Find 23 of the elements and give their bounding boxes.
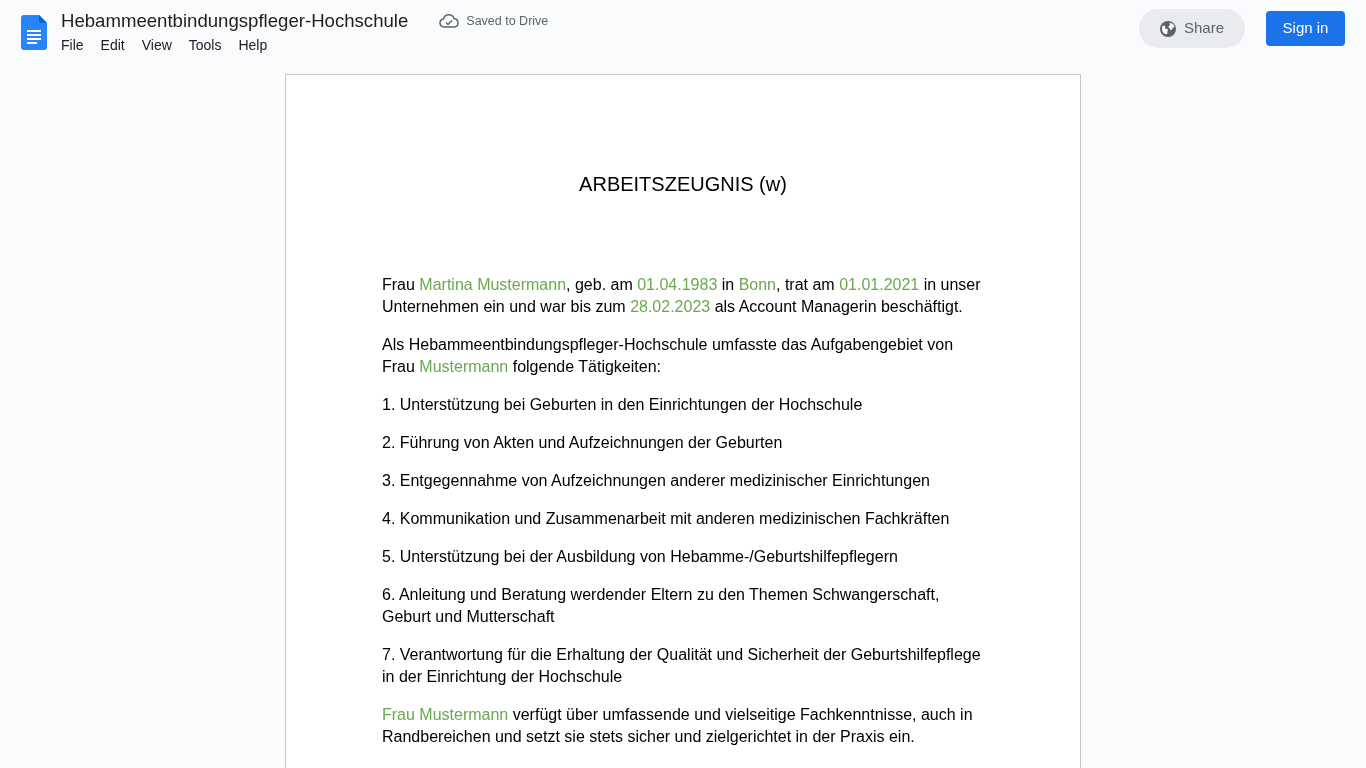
share-button[interactable]: Share (1139, 9, 1245, 48)
menu-item[interactable]: Edit (100, 34, 125, 56)
document-heading: ARBEITSZEUGNIS (w) (578, 172, 788, 197)
paragraph: 6. Anleitung und Beratung werdender Eltern zu den Themen Schwangerschaft, Geburt und Mutterschaft (382, 585, 941, 627)
menu-item[interactable]: Help (238, 34, 268, 56)
paragraph: 5. Unterstützung bei der Ausbildung von Hebamme-/Geburtshilfepflegern (382, 547, 899, 567)
paragraph: Frau Mustermann verfügt über umfassende und vielseitige Fachkenntnisse, auch in Randbereichen und setzt sie stets sicher und zielgerichtet in der Praxis ein. (382, 705, 974, 747)
paragraph: Als Hebammeentbindungspfleger-Hochschule umfasste das Aufgabengebiet von Frau Mustermann folgende Tätigkeiten: (382, 335, 955, 377)
paragraph: 4. Kommunikation und Zusammenarbeit mit anderen medizinischen Fachkräften (382, 509, 951, 529)
paragraph: Frau Martina Mustermann, geb. am 01.04.1983 in Bonn, trat am 01.01.2021 in unser Unternehmen ein und war bis zum 28.02.2023 als Account Managerin beschäftigt. (382, 275, 982, 317)
menu-item[interactable]: View (141, 34, 172, 56)
paragraph: 7. Verantwortung für die Erhaltung der Qualität und Sicherheit der Geburtshilfepflege in der Einrichtung der Hochschule (382, 645, 982, 687)
globe-icon (1160, 20, 1176, 37)
cloud-check-icon (439, 14, 460, 28)
menu-item[interactable]: File (61, 34, 84, 56)
paragraph: 3. Entgegennahme von Aufzeichnungen anderer medizinischer Einrichtungen (382, 471, 931, 491)
menu-item[interactable]: Tools (188, 34, 222, 56)
sign-in-button[interactable]: Sign in (1266, 11, 1345, 46)
document-title[interactable]: Hebammeentbindungspfleger-Hochschule (61, 9, 409, 33)
paragraph: 2. Führung von Akten und Aufzeichnungen der Geburten (382, 433, 784, 453)
paragraph: 1. Unterstützung bei Geburten in den Einrichtungen der Hochschule (382, 395, 864, 415)
document-icon[interactable] (21, 15, 47, 50)
save-status: Saved to Drive (466, 13, 549, 30)
